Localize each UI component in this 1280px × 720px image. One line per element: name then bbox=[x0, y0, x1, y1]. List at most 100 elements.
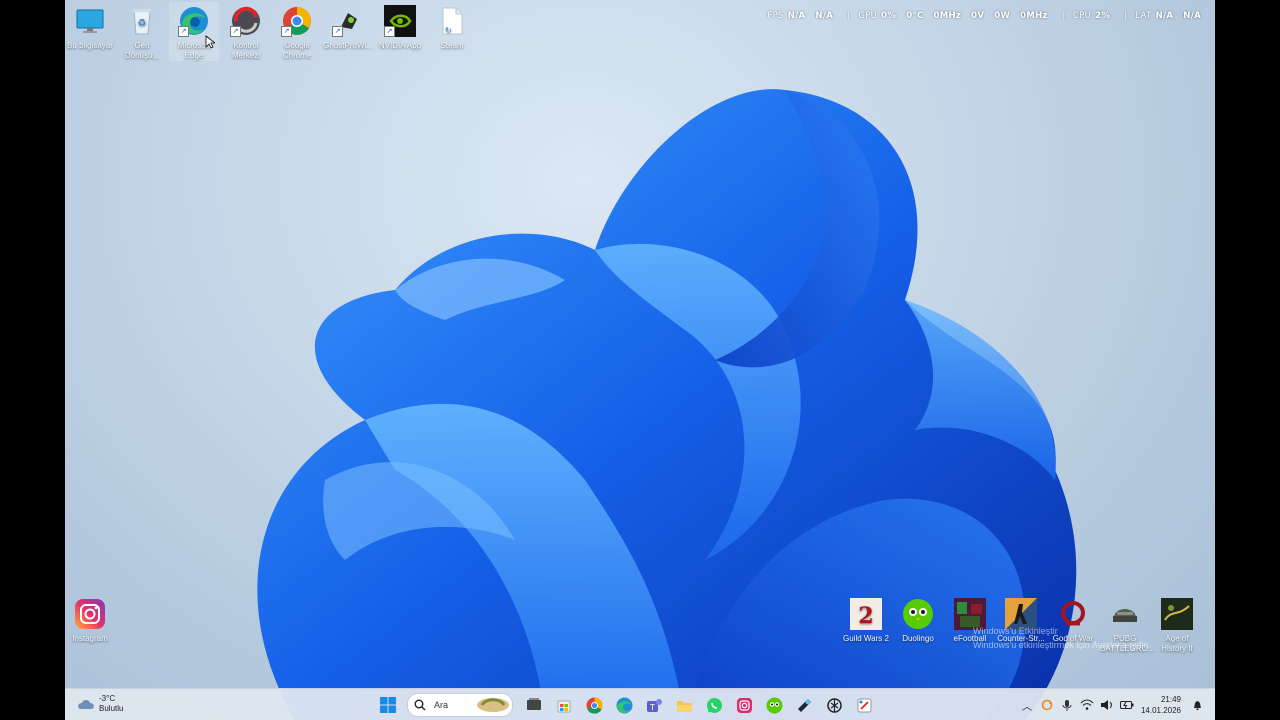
desktop-icon-label: Instagram bbox=[72, 634, 108, 643]
nvidia-icon: ↗ bbox=[384, 5, 416, 37]
taskbar-clock[interactable]: 21:49 14.01.2026 bbox=[1141, 694, 1181, 716]
system-tray: ︿ 21:49 14.01.2026 bbox=[1017, 692, 1207, 718]
clock-time: 21:49 bbox=[1160, 695, 1181, 704]
taskbar-edge[interactable] bbox=[611, 692, 637, 718]
taskbar-teams[interactable]: T bbox=[641, 692, 667, 718]
shortcut-arrow-icon: ↗ bbox=[332, 26, 343, 37]
task-view-button[interactable] bbox=[521, 692, 547, 718]
lat-label: LAT bbox=[1135, 11, 1152, 21]
start-button[interactable] bbox=[375, 692, 401, 718]
watermark-text: Windows'u etkinleştirmek için Ayarlar'a … bbox=[973, 640, 1151, 650]
desktop-icon-duolingo[interactable]: Duolingo bbox=[893, 595, 943, 644]
taskbar-chrome[interactable] bbox=[581, 692, 607, 718]
desktop-icon-steam[interactable]: ↻ Steam bbox=[427, 2, 477, 51]
sync-icon bbox=[1041, 699, 1053, 711]
tray-microphone-button[interactable] bbox=[1057, 692, 1077, 718]
desktop-icon-instagram[interactable]: Instagram bbox=[65, 595, 115, 644]
weather-description: Bulutlu bbox=[99, 704, 124, 713]
performance-overlay: FPS N/A N/A | GPU 0% 0°C 0MHz 0V 0W 0MHz | CPU 2%… bbox=[767, 11, 1207, 21]
windows-start-icon bbox=[380, 697, 396, 713]
recycle-bin-icon: ♻ bbox=[126, 5, 158, 37]
speaker-icon bbox=[1100, 700, 1112, 710]
instagram-icon bbox=[736, 697, 752, 713]
tray-network-button[interactable] bbox=[1077, 692, 1097, 718]
desktop-icon-label: Steam bbox=[440, 41, 464, 50]
tray-volume-button[interactable] bbox=[1097, 692, 1117, 718]
edge-icon bbox=[616, 697, 632, 713]
desktop-icon-label: Duolingo bbox=[902, 634, 934, 643]
cloud-icon bbox=[78, 700, 94, 709]
desktop-icon-label: Bu bilgisayar bbox=[67, 41, 113, 50]
store-icon bbox=[557, 700, 571, 713]
watermark-title: Windows'u Etkinleştir bbox=[973, 626, 1058, 636]
desktop-icon-recycle-bin[interactable]: ♻ Geri Dönüşü... bbox=[117, 2, 167, 61]
taskbar-instagram[interactable] bbox=[731, 692, 757, 718]
cpu-label: CPU bbox=[1072, 11, 1092, 21]
shortcut-arrow-icon: ↗ bbox=[230, 26, 241, 37]
notifications-button[interactable] bbox=[1187, 692, 1207, 718]
fps-value-2: N/A bbox=[815, 11, 834, 21]
gpu-clock: 0MHz bbox=[933, 11, 962, 21]
overlay-separator: | bbox=[847, 11, 851, 21]
fps-label: FPS bbox=[767, 11, 784, 21]
taskbar-store[interactable] bbox=[551, 692, 577, 718]
task-view-icon bbox=[527, 698, 541, 710]
taskbar-file-explorer[interactable] bbox=[671, 692, 697, 718]
tray-battery-button[interactable] bbox=[1117, 692, 1137, 718]
file-icon: ↻ bbox=[436, 5, 468, 37]
battery-charging-icon bbox=[1119, 701, 1134, 709]
taskbar-steam[interactable] bbox=[791, 692, 817, 718]
duolingo-icon bbox=[902, 598, 934, 630]
gpu-mem-clock: 0MHz bbox=[1020, 11, 1048, 21]
shortcut-arrow-icon: ↗ bbox=[281, 26, 292, 37]
desktop-icon-guild-wars-2[interactable]: 2 Guild Wars 2 bbox=[841, 595, 891, 644]
taskbar-pinned: Ara T bbox=[375, 692, 881, 718]
fps-value: N/A bbox=[787, 11, 806, 21]
lat-value-2: N/A bbox=[1183, 11, 1201, 21]
microphone-icon bbox=[1062, 700, 1072, 711]
file-explorer-icon bbox=[676, 700, 692, 712]
desktop-icon-label: NVIDIA App bbox=[378, 41, 422, 50]
search-highlight-icon bbox=[477, 698, 509, 712]
taskbar-duolingo[interactable] bbox=[761, 692, 787, 718]
tray-overflow-button[interactable]: ︿ bbox=[1017, 692, 1037, 718]
taskbar-chatgpt[interactable] bbox=[821, 692, 847, 718]
desktop-icon-nvidia[interactable]: ↗ NVIDIA App bbox=[375, 2, 425, 51]
activation-watermark: Windows'u Etkinleştir Windows'u etkinleş… bbox=[973, 624, 1151, 652]
ghost-icon: ↗ bbox=[332, 5, 364, 37]
cpu-usage: 2% bbox=[1095, 11, 1111, 21]
svg-text:2: 2 bbox=[858, 603, 873, 629]
desktop-icon-age-of-history[interactable]: Age of History II bbox=[1152, 595, 1202, 654]
overlay-separator: | bbox=[1124, 11, 1128, 21]
desktop-icon-label: Google Chrome bbox=[282, 41, 312, 60]
gpu-usage: 0% bbox=[881, 11, 897, 21]
weather-widget[interactable]: -3°C Bulutlu bbox=[77, 694, 123, 714]
desktop-icon-chrome[interactable]: ↗ Google Chrome bbox=[272, 2, 322, 61]
bell-icon bbox=[1193, 701, 1201, 710]
duolingo-icon bbox=[766, 697, 782, 713]
steam-icon bbox=[797, 698, 811, 712]
search-placeholder: Ara bbox=[434, 700, 449, 710]
desktop-icon-edge[interactable]: ↗ Microsoft Edge bbox=[169, 2, 219, 61]
guild-wars-icon: 2 bbox=[850, 598, 882, 630]
taskbar-search[interactable]: Ara bbox=[407, 693, 513, 717]
desktop-icon-label: Kontrol Merkezi bbox=[231, 41, 260, 60]
age-of-history-icon bbox=[1161, 598, 1193, 630]
control-center-icon: ↗ bbox=[230, 5, 262, 37]
desktop-icon-control-center[interactable]: ↗ Kontrol Merkezi bbox=[221, 2, 271, 61]
overlay-separator: | bbox=[1061, 11, 1065, 21]
desktop-icon-ghostprowin[interactable]: ↗ GhostProWi... bbox=[323, 2, 373, 51]
desktop-icon-this-pc[interactable]: Bu bilgisayar bbox=[65, 2, 115, 51]
edge-icon: ↗ bbox=[178, 5, 210, 37]
shortcut-arrow-icon: ↗ bbox=[178, 26, 189, 37]
desktop-icon-label: GhostProWi... bbox=[323, 41, 373, 50]
taskbar-whatsapp[interactable] bbox=[701, 692, 727, 718]
gpu-temp: 0°C bbox=[906, 11, 924, 21]
chrome-icon: ↗ bbox=[281, 5, 313, 37]
desktop-icon-label: Age of History II bbox=[1161, 634, 1193, 653]
teams-icon: T bbox=[646, 698, 662, 712]
tray-sync-button[interactable] bbox=[1037, 692, 1057, 718]
desktop-icon-label: Geri Dönüşü... bbox=[124, 41, 160, 60]
desktop: Bu bilgisayar ♻ Geri Dönüşü... ↗ Microso… bbox=[65, 0, 1215, 720]
taskbar-snipping-tool[interactable] bbox=[851, 692, 877, 718]
